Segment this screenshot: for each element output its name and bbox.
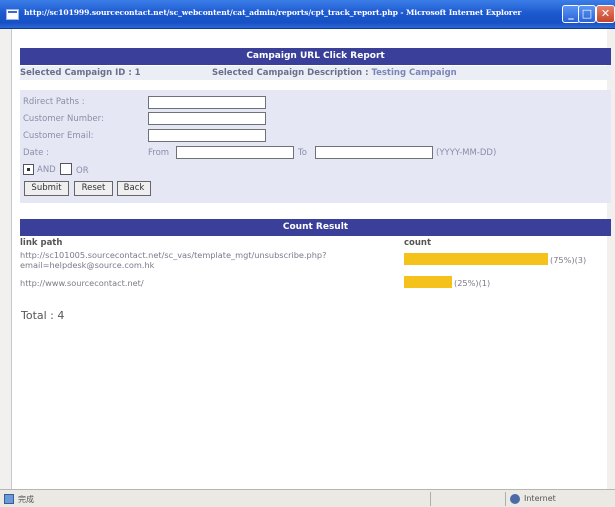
campaign-info-row: Selected Campaign ID : 1 Selected Campai… bbox=[20, 66, 611, 80]
redirect-paths-label: Rdirect Paths : bbox=[23, 97, 85, 107]
customer-number-input[interactable] bbox=[148, 112, 266, 125]
result-row-2-count-label: (25%)(1) bbox=[454, 278, 491, 288]
campaign-id: Selected Campaign ID : 1 bbox=[20, 68, 141, 78]
customer-number-label: Customer Number: bbox=[23, 114, 104, 124]
status-divider bbox=[430, 492, 431, 506]
status-bar: 完成 Internet bbox=[0, 489, 615, 507]
result-row-2-bar bbox=[404, 276, 452, 288]
campaign-description-value: Testing Campaign bbox=[371, 68, 457, 78]
title-bar: http://sc101999.sourcecontact.net/sc_web… bbox=[0, 0, 615, 29]
and-checkbox[interactable] bbox=[23, 164, 34, 175]
campaign-description-label: Selected Campaign Description : bbox=[212, 68, 372, 78]
result-row-1-bar bbox=[404, 253, 548, 265]
date-from-input[interactable] bbox=[176, 146, 294, 159]
internet-zone-icon bbox=[510, 494, 520, 504]
count-result-header: Count Result bbox=[20, 219, 611, 236]
status-divider bbox=[505, 492, 506, 506]
submit-button[interactable]: Submit bbox=[24, 181, 69, 196]
result-row-2-link-line1: http://www.sourcecontact.net/ bbox=[20, 278, 144, 288]
close-button[interactable]: ✕ bbox=[596, 5, 615, 23]
result-row-1-link-line2: email=helpdesk@source.com.hk bbox=[20, 260, 155, 270]
date-label: Date : bbox=[23, 148, 49, 158]
count-column-header: count bbox=[404, 238, 432, 248]
or-label: OR bbox=[76, 166, 89, 176]
date-from-label: From bbox=[148, 148, 170, 158]
window-title: http://sc101999.sourcecontact.net/sc_web… bbox=[24, 8, 522, 17]
campaign-description: Selected Campaign Description : Testing … bbox=[212, 66, 457, 80]
back-button[interactable]: Back bbox=[117, 181, 151, 196]
customer-email-input[interactable] bbox=[148, 129, 266, 142]
date-to-input[interactable] bbox=[315, 146, 433, 159]
browser-window: http://sc101999.sourcecontact.net/sc_web… bbox=[0, 0, 615, 507]
security-zone-label: Internet bbox=[524, 494, 556, 503]
redirect-paths-input[interactable] bbox=[148, 96, 266, 109]
page-done-icon bbox=[4, 494, 14, 504]
result-row-1-link[interactable]: http://sc101005.sourcecontact.net/sc_vas… bbox=[20, 250, 326, 270]
page-content: Campaign URL Click Report Selected Campa… bbox=[11, 29, 611, 489]
result-row-1-link-line1: http://sc101005.sourcecontact.net/sc_vas… bbox=[20, 250, 327, 260]
link-path-column-header: link path bbox=[20, 238, 63, 248]
reset-button[interactable]: Reset bbox=[74, 181, 113, 196]
result-row-1-count-label: (75%)(3) bbox=[550, 255, 587, 265]
result-row-2-link[interactable]: http://www.sourcecontact.net/ bbox=[20, 278, 144, 288]
customer-email-label: Customer Email: bbox=[23, 131, 94, 141]
and-label: AND bbox=[37, 165, 56, 175]
report-title: Campaign URL Click Report bbox=[20, 48, 611, 65]
maximize-button[interactable]: □ bbox=[578, 5, 596, 23]
date-to-label: To bbox=[298, 148, 307, 158]
ie-page-icon bbox=[6, 9, 19, 20]
status-text: 完成 bbox=[18, 495, 34, 504]
total-count: Total : 4 bbox=[21, 309, 65, 322]
date-format-hint: (YYYY-MM-DD) bbox=[436, 148, 497, 158]
filter-form: Rdirect Paths : Customer Number: Custome… bbox=[20, 90, 611, 203]
or-checkbox[interactable] bbox=[60, 163, 72, 175]
